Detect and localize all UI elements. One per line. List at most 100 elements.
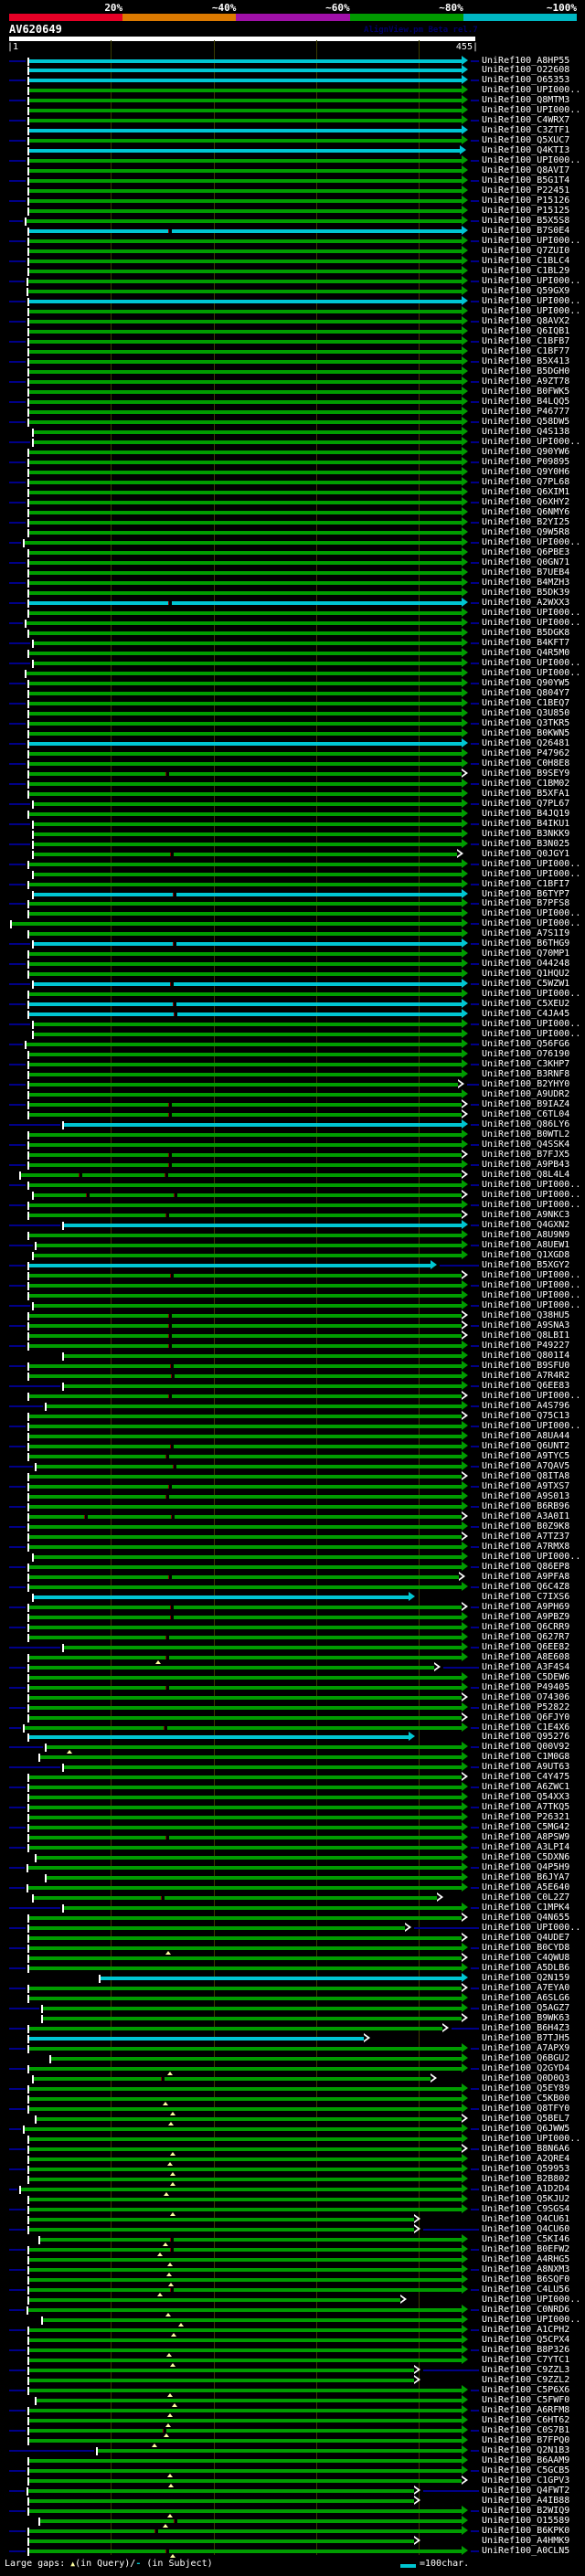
hit-label[interactable]: UniRef100_A6ZWC1: [482, 1782, 569, 1792]
hit-bar[interactable]: [29, 350, 462, 355]
hit-bar[interactable]: [29, 1373, 462, 1378]
hit-label[interactable]: UniRef100_A2QRE4: [482, 2154, 569, 2164]
hit-bar[interactable]: [29, 590, 462, 595]
hit-bar[interactable]: [28, 280, 462, 284]
hit-bar[interactable]: [34, 1304, 462, 1308]
hit-label[interactable]: UniRef100_UPI000..: [482, 155, 580, 165]
hit-bar[interactable]: [29, 1474, 462, 1479]
hit-bar[interactable]: [29, 580, 462, 585]
hit-label[interactable]: UniRef100_Q2GYD4: [482, 2063, 569, 2073]
hit-label[interactable]: UniRef100_A9SNA3: [482, 1320, 569, 1330]
hit-label[interactable]: UniRef100_A8PSW9: [482, 1832, 569, 1842]
hit-label[interactable]: UniRef100_A4RHG5: [482, 2254, 569, 2264]
hit-label[interactable]: UniRef100_B0CYD8: [482, 1943, 569, 1953]
hit-bar[interactable]: [29, 631, 462, 635]
hit-label[interactable]: UniRef100_P46777: [482, 407, 569, 417]
hit-bar[interactable]: [29, 2167, 462, 2171]
hit-bar[interactable]: [29, 229, 462, 234]
hit-label[interactable]: UniRef100_C1BM02: [482, 779, 569, 789]
hit-label[interactable]: UniRef100_Q6CRR9: [482, 1622, 569, 1632]
hit-bar[interactable]: [29, 239, 462, 244]
hit-bar[interactable]: [29, 1685, 462, 1690]
hit-bar[interactable]: [34, 1193, 462, 1198]
hit-bar[interactable]: [29, 2037, 364, 2041]
hit-label[interactable]: UniRef100_Q3U850: [482, 708, 569, 718]
hit-label[interactable]: UniRef100_A6SLG6: [482, 1993, 569, 2003]
hit-label[interactable]: UniRef100_Q75C13: [482, 1411, 569, 1421]
hit-bar[interactable]: [29, 1073, 462, 1077]
hit-bar[interactable]: [98, 2448, 462, 2453]
hit-label[interactable]: UniRef100_P49405: [482, 1682, 569, 1692]
hit-label[interactable]: UniRef100_C1GPV3: [482, 2475, 569, 2486]
hit-bar[interactable]: [29, 1956, 462, 1961]
hit-label[interactable]: UniRef100_C0H8E8: [482, 758, 569, 769]
hit-label[interactable]: UniRef100_C0S7B1: [482, 2425, 569, 2435]
hit-bar[interactable]: [64, 1765, 462, 1770]
hit-label[interactable]: UniRef100_UPI000..: [482, 537, 580, 547]
hit-label[interactable]: UniRef100_C5WZW1: [482, 979, 569, 989]
hit-label[interactable]: UniRef100_A9PB43: [482, 1160, 569, 1170]
hit-label[interactable]: UniRef100_C1BLC4: [482, 256, 569, 266]
hit-label[interactable]: UniRef100_B4IKU1: [482, 819, 569, 829]
hit-label[interactable]: UniRef100_B3RNF8: [482, 1069, 569, 1079]
hit-label[interactable]: UniRef100_UPI000..: [482, 296, 580, 306]
hit-label[interactable]: UniRef100_B5DGK8: [482, 628, 569, 638]
hit-bar[interactable]: [29, 681, 462, 685]
hit-bar[interactable]: [21, 2187, 462, 2191]
hit-label[interactable]: UniRef100_Q6EE83: [482, 1381, 569, 1391]
hit-bar[interactable]: [29, 2297, 400, 2302]
hit-bar[interactable]: [29, 1153, 462, 1158]
hit-bar[interactable]: [29, 2027, 442, 2031]
hit-bar[interactable]: [29, 471, 462, 474]
hit-label[interactable]: UniRef100_Q6PBE3: [482, 547, 569, 557]
hit-bar[interactable]: [29, 1264, 431, 1268]
hit-bar[interactable]: [64, 1383, 462, 1388]
hit-label[interactable]: UniRef100_B3N025: [482, 839, 569, 849]
hit-label[interactable]: UniRef100_B9WK63: [482, 2013, 569, 2023]
hit-bar[interactable]: [29, 340, 462, 345]
hit-label[interactable]: UniRef100_A9PBZ9: [482, 1612, 569, 1622]
hit-label[interactable]: UniRef100_A5DLB6: [482, 1963, 569, 1973]
hit-label[interactable]: UniRef100_B5X5S8: [482, 216, 569, 226]
hit-label[interactable]: UniRef100_O22608: [482, 65, 569, 75]
hit-label[interactable]: UniRef100_Q59953: [482, 2164, 569, 2174]
hit-label[interactable]: UniRef100_O65353: [482, 75, 569, 85]
hit-label[interactable]: UniRef100_Q95276: [482, 1732, 569, 1742]
hit-bar[interactable]: [27, 1043, 462, 1047]
hit-label[interactable]: UniRef100_B6THG9: [482, 938, 569, 949]
hit-label[interactable]: UniRef100_Q8TFY0: [482, 2104, 569, 2114]
hit-label[interactable]: UniRef100_B2YHY0: [482, 1079, 569, 1089]
hit-bar[interactable]: [29, 530, 462, 535]
hit-label[interactable]: UniRef100_A8HP55: [482, 56, 569, 66]
hit-bar[interactable]: [34, 842, 462, 846]
hit-bar[interactable]: [29, 1214, 462, 1218]
hit-label[interactable]: UniRef100_Q86EP8: [482, 1562, 569, 1572]
hit-label[interactable]: UniRef100_B9SFU0: [482, 1361, 569, 1371]
hit-bar[interactable]: [34, 641, 462, 645]
hit-bar[interactable]: [29, 1946, 462, 1951]
hit-bar[interactable]: [29, 1776, 462, 1780]
hit-bar[interactable]: [29, 129, 462, 133]
hit-label[interactable]: UniRef100_A7TZ37: [482, 1532, 569, 1542]
hit-label[interactable]: UniRef100_B0Z9K8: [482, 1521, 569, 1532]
hit-bar[interactable]: [29, 1143, 462, 1148]
hit-label[interactable]: UniRef100_Q6C4Z8: [482, 1582, 569, 1592]
hit-label[interactable]: UniRef100_C5GCB5: [482, 2465, 569, 2475]
hit-bar[interactable]: [37, 2398, 462, 2402]
hit-bar[interactable]: [29, 1675, 462, 1680]
hit-bar[interactable]: [29, 972, 462, 977]
hit-bar[interactable]: [34, 822, 462, 826]
hit-label[interactable]: UniRef100_A9ZT78: [482, 376, 569, 387]
hit-label[interactable]: UniRef100_UPI000..: [482, 658, 580, 668]
hit-label[interactable]: UniRef100_A3A0I1: [482, 1511, 569, 1521]
hit-label[interactable]: UniRef100_A9UT63: [482, 1762, 569, 1772]
hit-label[interactable]: UniRef100_Q5AGZ7: [482, 2003, 569, 2013]
hit-label[interactable]: UniRef100_C1M0G8: [482, 1752, 569, 1762]
hit-bar[interactable]: [29, 1796, 462, 1800]
hit-bar[interactable]: [51, 2057, 462, 2062]
hit-label[interactable]: UniRef100_C5FWF0: [482, 2395, 569, 2405]
hit-bar[interactable]: [29, 1053, 462, 1057]
hit-label[interactable]: UniRef100_Q6EE82: [482, 1642, 569, 1652]
hit-label[interactable]: UniRef100_O44248: [482, 959, 569, 969]
hit-label[interactable]: UniRef100_O76190: [482, 1049, 569, 1059]
